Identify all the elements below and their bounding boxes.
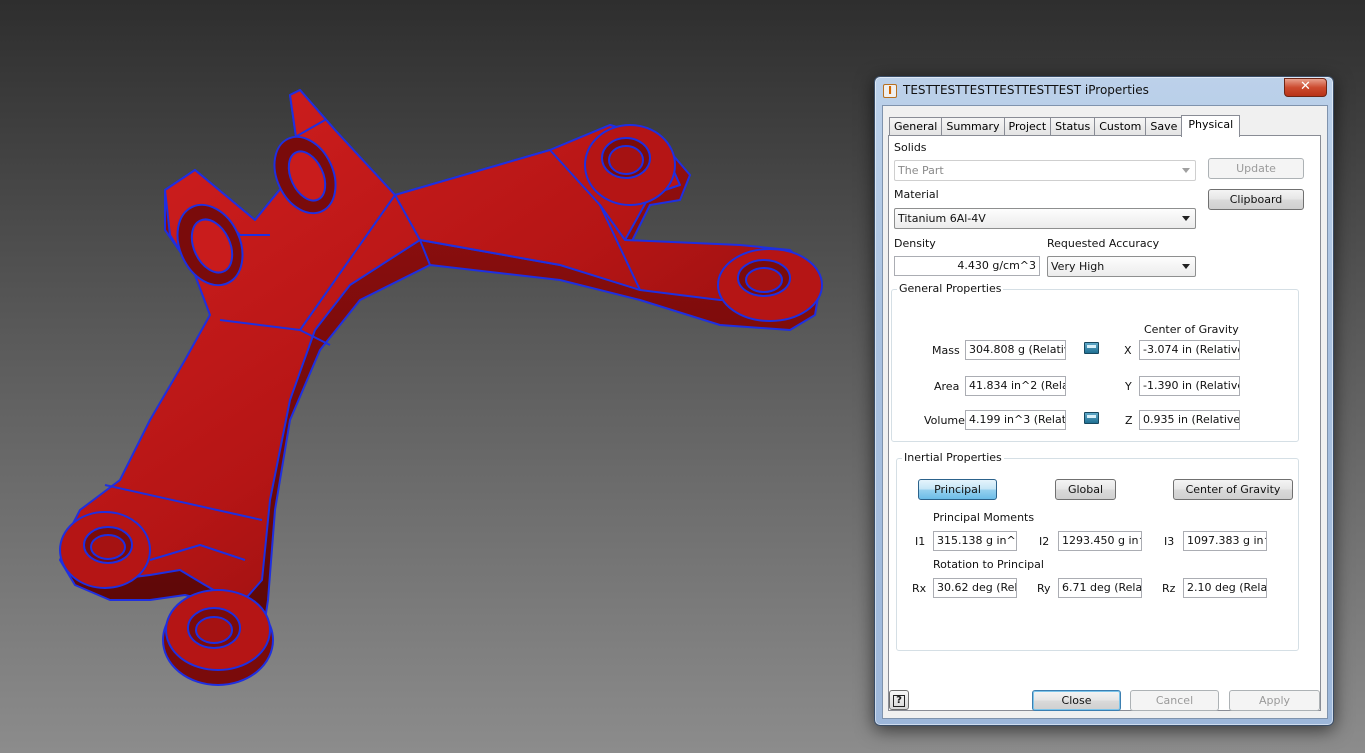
principal-moments-label: Principal Moments	[933, 511, 1035, 524]
window-title: TESTTESTTESTTESTTESTTEST iProperties	[903, 83, 1149, 97]
accuracy-label: Requested Accuracy	[1047, 237, 1160, 250]
rz-label: Rz	[1162, 582, 1176, 595]
rx-label: Rx	[912, 582, 927, 595]
rotation-label: Rotation to Principal	[933, 558, 1044, 571]
solids-label: Solids	[894, 141, 927, 154]
area-field[interactable]: 41.834 in^2 (Relati	[965, 376, 1066, 396]
mass-label: Mass	[932, 344, 960, 357]
tab-summary[interactable]: Summary	[941, 117, 1005, 136]
inventor-app-icon: I	[883, 84, 897, 98]
rx-field[interactable]: 30.62 deg (Rela	[933, 578, 1017, 598]
calculator-icon[interactable]	[1084, 342, 1099, 354]
close-icon[interactable]: ✕	[1284, 78, 1327, 97]
solids-dropdown[interactable]: The Part	[894, 160, 1196, 181]
material-dropdown[interactable]: Titanium 6Al-4V	[894, 208, 1196, 229]
accuracy-value: Very High	[1051, 260, 1105, 273]
material-value: Titanium 6Al-4V	[898, 212, 986, 225]
cog-y-field[interactable]: -1.390 in (Relative E	[1139, 376, 1240, 396]
dropdown-caret-icon	[1182, 264, 1190, 269]
accuracy-dropdown[interactable]: Very High	[1047, 256, 1196, 277]
close-button[interactable]: Close	[1032, 690, 1121, 711]
physical-tab-panel: Solids The Part Update Clipboard Materia…	[888, 135, 1321, 711]
rz-field[interactable]: 2.10 deg (Relati	[1183, 578, 1267, 598]
i3-field[interactable]: 1097.383 g in^2	[1183, 531, 1267, 551]
clipboard-button[interactable]: Clipboard	[1208, 189, 1304, 210]
general-properties-title: General Properties	[897, 282, 1004, 295]
cog-x-label: X	[1124, 344, 1132, 357]
tab-save[interactable]: Save	[1145, 117, 1183, 136]
cog-x-field[interactable]: -3.074 in (Relative E	[1139, 340, 1240, 360]
cog-z-label: Z	[1125, 414, 1133, 427]
i2-field[interactable]: 1293.450 g in^2	[1058, 531, 1142, 551]
dropdown-caret-icon	[1182, 168, 1190, 173]
calculator-icon[interactable]	[1084, 412, 1099, 424]
global-button[interactable]: Global	[1055, 479, 1116, 500]
update-button[interactable]: Update	[1208, 158, 1304, 179]
dropdown-caret-icon	[1182, 216, 1190, 221]
cog-y-label: Y	[1125, 380, 1132, 393]
center-of-gravity-button[interactable]: Center of Gravity	[1173, 479, 1293, 500]
general-properties-group: General Properties Center of Gravity Mas…	[891, 282, 1299, 442]
apply-button[interactable]: Apply	[1229, 690, 1320, 711]
i2-label: I2	[1039, 535, 1050, 548]
inertial-properties-title: Inertial Properties	[902, 451, 1004, 464]
cog-z-field[interactable]: 0.935 in (Relative E	[1139, 410, 1240, 430]
density-field[interactable]: 4.430 g/cm^3	[894, 256, 1040, 276]
tab-project[interactable]: Project	[1003, 117, 1052, 136]
center-of-gravity-label: Center of Gravity	[1144, 323, 1239, 336]
cancel-button[interactable]: Cancel	[1130, 690, 1219, 711]
tab-strip: General Summary Project Status Custom Sa…	[889, 115, 1241, 137]
tab-physical[interactable]: Physical	[1181, 115, 1241, 137]
ry-field[interactable]: 6.71 deg (Relati	[1058, 578, 1142, 598]
area-label: Area	[934, 380, 960, 393]
solids-value: The Part	[898, 164, 944, 177]
model-viewport[interactable]	[0, 0, 860, 753]
i1-label: I1	[915, 535, 926, 548]
ry-label: Ry	[1037, 582, 1051, 595]
volume-field[interactable]: 4.199 in^3 (Relativ	[965, 410, 1066, 430]
volume-label: Volume	[924, 414, 965, 427]
i3-label: I3	[1164, 535, 1175, 548]
tab-general[interactable]: General	[889, 117, 943, 136]
principal-button[interactable]: Principal	[918, 479, 997, 500]
inertial-properties-group: Inertial Properties Principal Global Cen…	[896, 451, 1299, 651]
material-label: Material	[894, 188, 939, 201]
i1-field[interactable]: 315.138 g in^2	[933, 531, 1017, 551]
density-label: Density	[894, 237, 936, 250]
dialog-client: General Summary Project Status Custom Sa…	[882, 105, 1328, 719]
help-icon: ?	[893, 695, 905, 707]
tab-status[interactable]: Status	[1050, 117, 1096, 136]
bracket-part-model[interactable]	[0, 0, 860, 753]
tab-custom[interactable]: Custom	[1094, 117, 1147, 136]
mass-field[interactable]: 304.808 g (Relative	[965, 340, 1066, 360]
title-bar[interactable]: I TESTTESTTESTTESTTESTTEST iProperties ✕	[875, 77, 1333, 105]
help-button[interactable]: ?	[889, 690, 909, 710]
iproperties-dialog: I TESTTESTTESTTESTTESTTEST iProperties ✕…	[874, 76, 1334, 726]
